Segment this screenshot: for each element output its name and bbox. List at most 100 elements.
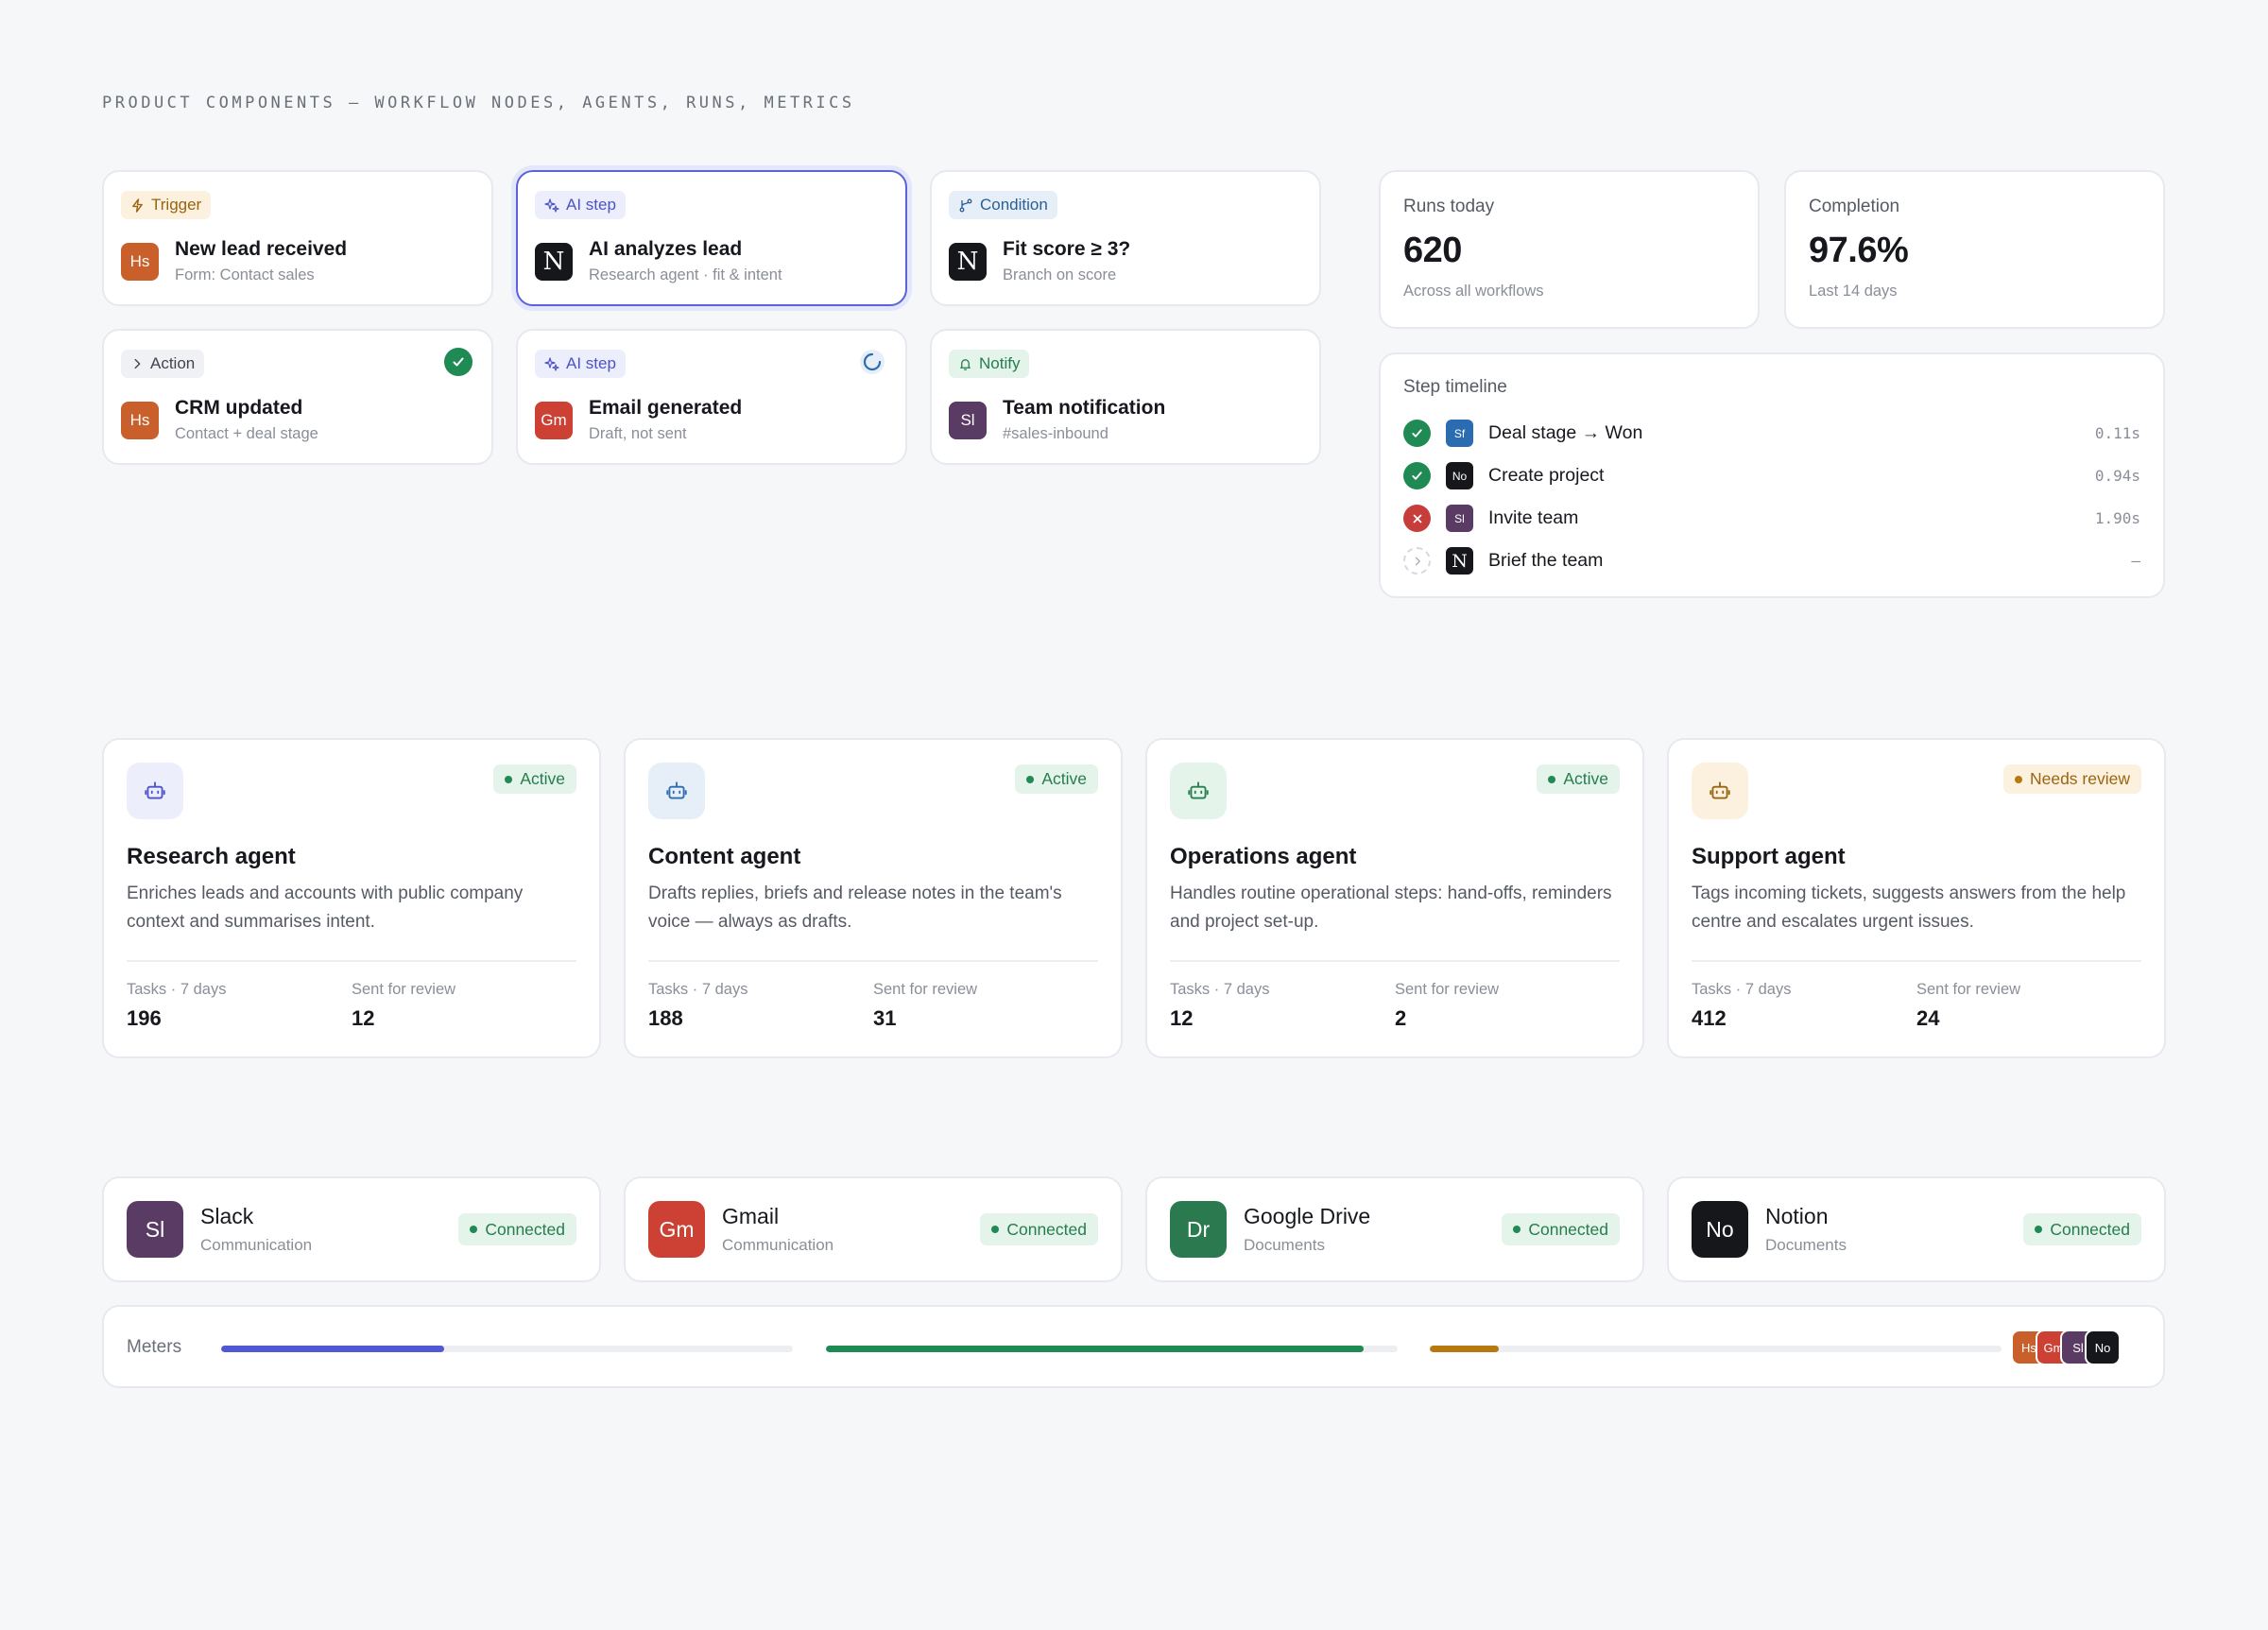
metric-value: 97.6% <box>1809 231 1909 270</box>
integration-name: Slack <box>200 1204 254 1228</box>
integration-category: Communication <box>200 1236 313 1254</box>
status-badge: Active <box>1537 764 1620 794</box>
agent-card-content[interactable]: Active Content agent Drafts replies, bri… <box>624 738 1123 1058</box>
node-action[interactable]: Action Hs CRM updated Contact + deal sta… <box>102 329 493 465</box>
integration-name: Google Drive <box>1244 1204 1371 1228</box>
sparkle-icon <box>544 198 559 213</box>
agent-description: Tags incoming tickets, suggests answers … <box>1692 884 2126 932</box>
node-ai-step-analyze[interactable]: AI step N AI analyzes lead Research agen… <box>516 170 907 306</box>
notion-logo: N <box>1446 547 1473 575</box>
node-tag: AI step <box>535 191 626 219</box>
timeline-title: Step timeline <box>1403 377 1507 397</box>
gmail-logo: Gm <box>535 401 573 439</box>
agent-description: Drafts replies, briefs and release notes… <box>648 884 1062 932</box>
avatar-stack[interactable]: Hs Gm Sl No <box>2011 1330 2142 1365</box>
bell-icon <box>960 358 971 370</box>
notion-logo: N <box>949 242 987 281</box>
metric-value: 620 <box>1403 231 1462 270</box>
slack-logo: Sl <box>949 401 987 439</box>
node-title: Fit score ≥ 3? <box>1003 238 1131 260</box>
branch-icon <box>959 198 972 213</box>
node-title: CRM updated <box>175 397 303 419</box>
timeline-step[interactable]: N Brief the team – <box>1403 540 2140 582</box>
step-timeline: Step timeline Sf Deal stage → Won 0.11s … <box>1379 352 2165 598</box>
node-subtitle: Form: Contact sales <box>175 266 315 283</box>
node-tag: AI step <box>535 350 626 378</box>
stat-value: 24 <box>1916 1006 1940 1030</box>
node-title: Email generated <box>589 397 743 419</box>
integration-category: Communication <box>722 1236 834 1254</box>
connection-status-badge: Connected <box>2023 1213 2141 1245</box>
loading-spinner-icon <box>858 348 886 376</box>
metric-completion: Completion 97.6% Last 14 days <box>1784 170 2165 329</box>
stat-value: 196 <box>127 1006 162 1030</box>
agent-description: Handles routine operational steps: hand-… <box>1170 884 1612 932</box>
robot-icon <box>127 763 183 819</box>
chevron-right-icon <box>1403 547 1431 575</box>
node-subtitle: Branch on score <box>1003 266 1117 283</box>
stat-label: Tasks · 7 days <box>648 981 748 998</box>
integration-google-drive[interactable]: Dr Google Drive Documents Connected <box>1145 1176 1644 1282</box>
agent-card-research[interactable]: Active Research agent Enriches leads and… <box>102 738 601 1058</box>
notion-logo: No <box>1692 1201 1748 1258</box>
stat-value: 412 <box>1692 1006 1727 1030</box>
node-subtitle: Contact + deal stage <box>175 425 318 442</box>
node-tag: Action <box>121 350 205 378</box>
meter-fill <box>1430 1346 1499 1352</box>
node-ai-step-email[interactable]: AI step Gm Email generated Draft, not se… <box>516 329 907 465</box>
meter-track <box>826 1346 1398 1352</box>
status-badge: Needs review <box>2002 764 2141 794</box>
error-x-icon <box>1403 505 1431 532</box>
stat-value: 188 <box>648 1006 683 1030</box>
sparkle-icon <box>544 357 559 371</box>
node-condition[interactable]: Condition N Fit score ≥ 3? Branch on sco… <box>930 170 1321 306</box>
integration-category: Documents <box>1765 1236 1847 1254</box>
agent-description: Enriches leads and accounts with public … <box>127 884 524 932</box>
node-trigger[interactable]: Trigger Hs New lead received Form: Conta… <box>102 170 493 306</box>
agent-card-support[interactable]: Needs review Support agent Tags incoming… <box>1667 738 2166 1058</box>
agent-name: Content agent <box>648 844 801 869</box>
timeline-step[interactable]: Sf Deal stage → Won 0.11s <box>1403 412 2140 455</box>
notion-logo: No <box>1446 462 1473 489</box>
integration-gmail[interactable]: Gm Gmail Communication Connected <box>624 1176 1123 1282</box>
step-name: Invite team <box>1488 507 1579 528</box>
meter-track <box>221 1346 793 1352</box>
stat-value: 12 <box>352 1006 375 1030</box>
google-drive-logo: Dr <box>1170 1201 1227 1258</box>
metric-sub: Last 14 days <box>1809 283 1898 300</box>
stat-label: Sent for review <box>1395 981 1500 998</box>
meters-panel: Meters Hs Gm Sl No <box>102 1305 2165 1388</box>
agent-name: Research agent <box>127 844 296 869</box>
robot-icon <box>1692 763 1748 819</box>
node-title: AI analyzes lead <box>589 238 743 260</box>
stat-label: Sent for review <box>873 981 978 998</box>
avatar: No <box>2085 1330 2121 1365</box>
check-icon <box>1403 420 1431 447</box>
timeline-step[interactable]: Sl Invite team 1.90s <box>1403 497 2140 540</box>
metric-label: Runs today <box>1403 197 1495 216</box>
page-heading: PRODUCT COMPONENTS — WORKFLOW NODES, AGE… <box>102 94 855 112</box>
hubspot-logo: Hs <box>121 401 159 439</box>
metric-sub: Across all workflows <box>1403 283 1544 300</box>
slack-logo: Sl <box>127 1201 183 1258</box>
check-icon <box>444 348 472 376</box>
divider <box>127 960 576 962</box>
stat-value: 12 <box>1170 1006 1194 1030</box>
meter-fill <box>221 1346 444 1352</box>
stat-label: Tasks · 7 days <box>1692 981 1792 998</box>
meter-track <box>1430 1346 2002 1352</box>
agent-name: Support agent <box>1692 844 1846 869</box>
agent-card-operations[interactable]: Active Operations agent Handles routine … <box>1145 738 1644 1058</box>
node-subtitle: Draft, not sent <box>589 425 687 442</box>
timeline-step[interactable]: No Create project 0.94s <box>1403 455 2140 497</box>
robot-icon <box>1170 763 1227 819</box>
notion-logo: N <box>535 242 573 281</box>
integration-slack[interactable]: Sl Slack Communication Connected <box>102 1176 601 1282</box>
node-subtitle: #sales-inbound <box>1003 425 1108 442</box>
node-notify[interactable]: Notify Sl Team notification #sales-inbou… <box>930 329 1321 465</box>
integration-notion[interactable]: No Notion Documents Connected <box>1667 1176 2166 1282</box>
step-duration: 0.11s <box>2094 424 2140 442</box>
node-tag: Notify <box>949 350 1030 378</box>
status-badge: Active <box>493 764 576 794</box>
integration-name: Notion <box>1765 1204 1829 1228</box>
